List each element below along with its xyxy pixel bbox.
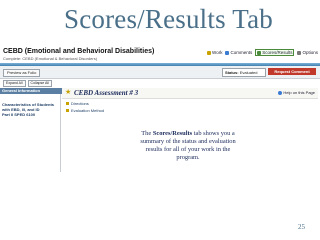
tab-scores-results[interactable]: Scores/Results	[255, 49, 295, 56]
tab-work[interactable]: Work	[207, 50, 222, 55]
work-icon	[207, 50, 212, 55]
sidebar-item-characteristics[interactable]: Characteristics of Students with EBD, I/…	[0, 102, 58, 117]
sidebar-controls: Expand All Collapse All	[3, 80, 52, 87]
caption-prefix: The	[141, 130, 153, 137]
tab-work-label: Work	[212, 50, 223, 55]
tab-comments-label: Comments	[230, 50, 253, 55]
tab-scores-label: Scores/Results	[262, 50, 293, 55]
status-label: Status:	[225, 70, 239, 75]
sidebar-item-general[interactable]	[0, 95, 62, 100]
toolbar: Preview as Folio Status: Evaluated Reque…	[0, 66, 320, 79]
caption-bold: Scores/Results	[152, 130, 193, 137]
assessment-title: CEBD Assessment # 3	[74, 89, 139, 97]
evaluation-method-label: Evaluation Method	[71, 108, 105, 113]
collapse-all-button[interactable]: Collapse All	[27, 80, 52, 87]
slide-title: Scores/Results Tab	[64, 4, 273, 34]
app-title: CEBD (Emotional and Behavioral Disabilit…	[3, 48, 155, 55]
help-icon	[278, 90, 283, 95]
app-subtitle: Complete: CEBD (Emotional & Behavioral D…	[3, 56, 98, 61]
sidebar-item-characteristics-label: Characteristics of Students with EBD, I/…	[2, 102, 55, 112]
status-value: Evaluated	[239, 70, 258, 75]
bullet-icon	[66, 102, 69, 106]
evaluation-method-link[interactable]: Evaluation Method	[66, 108, 104, 113]
directions-label: Directions	[71, 101, 89, 106]
comments-icon	[225, 50, 230, 55]
sidebar-item-part-label: Part II SPED 6100	[2, 112, 36, 117]
scores-icon	[257, 50, 262, 55]
star-icon: ★	[65, 89, 72, 96]
sidebar-section-header: General Information	[0, 88, 62, 94]
tab-options[interactable]: Options	[297, 50, 318, 55]
directions-link[interactable]: Directions	[66, 101, 89, 106]
status-box: Status: Evaluated	[222, 68, 266, 77]
slide-caption: The Scores/Results tab shows you a summa…	[140, 130, 236, 162]
preview-as-folio-button[interactable]: Preview as Folio	[3, 69, 41, 77]
tab-bar: Work Comments Scores/Results Options	[207, 49, 318, 56]
page-number: 25	[298, 223, 305, 231]
tab-options-label: Options	[302, 50, 318, 55]
tab-comments[interactable]: Comments	[225, 50, 252, 55]
assessment-header: ★ CEBD Assessment # 3 Help on this Page	[62, 88, 318, 99]
bullet-icon	[66, 109, 69, 113]
expand-all-button[interactable]: Expand All	[3, 80, 26, 87]
help-on-this-page-link[interactable]: Help on this Page	[278, 90, 315, 95]
help-label: Help on this Page	[283, 90, 315, 95]
sidebar: General Information Characteristics of S…	[0, 88, 62, 172]
options-icon	[297, 50, 302, 55]
request-comment-button[interactable]: Request Comment	[268, 68, 316, 75]
